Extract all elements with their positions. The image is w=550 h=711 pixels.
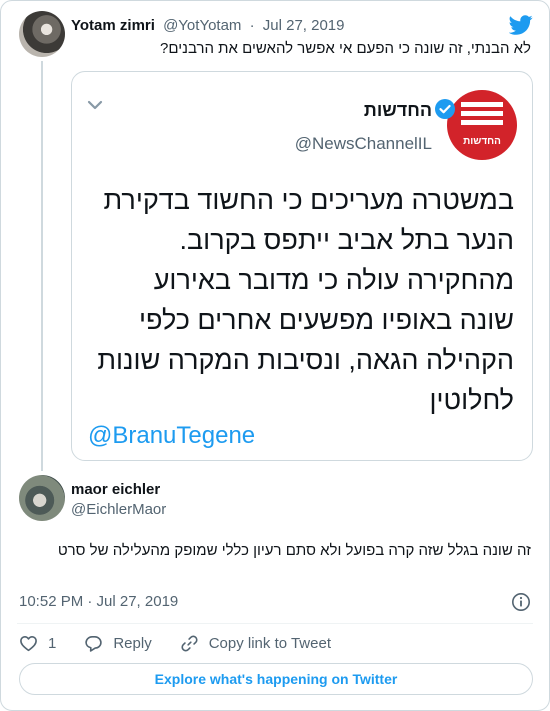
tweet-embed-card: Yotam zimri @YotYotam · Jul 27, 2019 לא … bbox=[0, 0, 550, 711]
reply-label: Reply bbox=[113, 634, 152, 652]
actions-divider bbox=[17, 623, 533, 624]
parent-date[interactable]: Jul 27, 2019 bbox=[263, 17, 345, 34]
parent-author-name[interactable]: Yotam zimri bbox=[71, 17, 155, 34]
link-icon bbox=[181, 635, 198, 651]
quoted-body-line: במשטרה מעריכים כי החשוד בדקירת bbox=[103, 185, 514, 215]
copy-link-button[interactable]: Copy link to Tweet bbox=[180, 634, 331, 653]
logo-text: החדשות bbox=[463, 136, 501, 147]
tweet-actions-bar: 1 Reply Copy link to Tweet bbox=[19, 633, 359, 653]
quoted-body-line: מהחקירה עולה כי מדובר באירוע bbox=[153, 265, 514, 295]
parent-avatar[interactable] bbox=[19, 11, 65, 57]
reply-avatar[interactable] bbox=[19, 475, 65, 521]
logo-stripe bbox=[461, 111, 503, 116]
info-icon[interactable] bbox=[511, 592, 531, 612]
reply-timestamp[interactable]: 10:52 PM · Jul 27, 2019 bbox=[19, 593, 178, 610]
parent-tweet-header: Yotam zimri @YotYotam · Jul 27, 2019 bbox=[71, 17, 345, 34]
quoted-account-handle: @NewsChannelIL bbox=[294, 134, 432, 153]
thread-connector-line bbox=[41, 61, 43, 471]
copy-link-label: Copy link to Tweet bbox=[208, 634, 331, 652]
verified-badge-icon bbox=[435, 99, 455, 119]
quoted-body-line: הנער בתל אביב ייתפס בקרוב. bbox=[179, 225, 514, 255]
reply-tweet-text: זה שונה בגלל שזה קרה בפועל ולא סתם רעיון… bbox=[57, 542, 531, 559]
reply-button[interactable]: Reply bbox=[84, 634, 152, 653]
quoted-body-line: לחלוטין bbox=[429, 385, 514, 415]
reply-bubble-icon bbox=[85, 635, 103, 652]
quoted-body-line: הקהילה הגאה, ונסיבות המקרה שונות bbox=[97, 345, 514, 375]
logo-stripe bbox=[461, 120, 503, 125]
parent-separator: · bbox=[249, 17, 255, 34]
parent-tweet-text: לא הבנתי, זה שונה כי הפעם אי אפשר להאשים… bbox=[160, 40, 531, 57]
like-button[interactable]: 1 bbox=[19, 634, 56, 653]
quoted-account-name: החדשות bbox=[363, 100, 432, 120]
reply-author-name[interactable]: maor eichler bbox=[71, 481, 160, 498]
quoted-body-line: שונה באופיו מפשעים אחרים כלפי bbox=[139, 305, 514, 335]
reply-author-handle[interactable]: @EichlerMaor bbox=[71, 501, 166, 518]
news-channel-logo: החדשות bbox=[447, 90, 517, 160]
quoted-tweet-image[interactable]: החדשות החדשות @NewsChannelIL במשטרה מערי… bbox=[71, 71, 533, 461]
quoted-body-text: במשטרה מעריכים כי החשוד בדקירת הנער בתל … bbox=[84, 180, 514, 420]
explore-twitter-button[interactable]: Explore what's happening on Twitter bbox=[19, 663, 533, 695]
twitter-bird-icon[interactable] bbox=[509, 13, 533, 37]
quoted-mention: @BranuTegene bbox=[88, 422, 256, 449]
like-count: 1 bbox=[48, 634, 57, 652]
logo-stripe bbox=[461, 102, 503, 107]
parent-author-handle[interactable]: @YotYotam bbox=[163, 17, 241, 34]
chevron-down-icon bbox=[87, 100, 103, 110]
heart-icon bbox=[20, 635, 37, 651]
